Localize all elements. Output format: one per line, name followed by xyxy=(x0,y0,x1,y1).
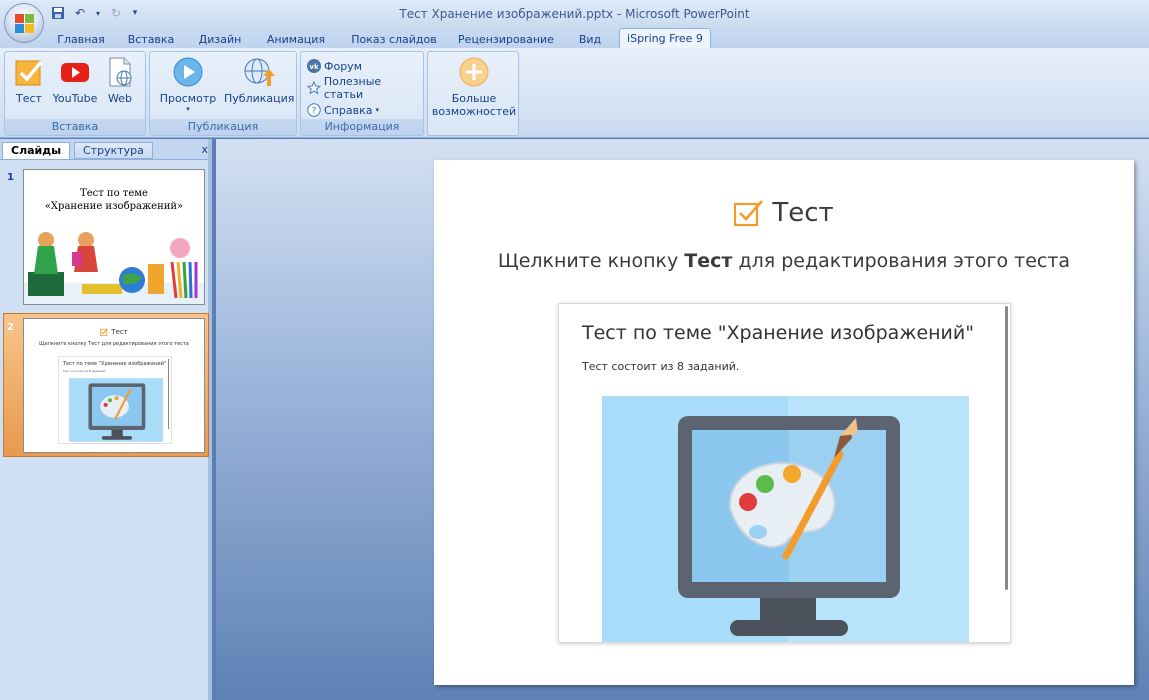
preview-button[interactable]: Просмотр ▾ xyxy=(156,56,220,113)
thumb1-title-line1: Тест по теме xyxy=(80,188,148,199)
quiz-icon xyxy=(13,56,45,88)
slide-canvas[interactable]: Тест Щелкните кнопку Тест для редактиров… xyxy=(434,160,1134,685)
web-label: Web xyxy=(108,92,132,105)
svg-text:?: ? xyxy=(312,107,317,117)
quiz-preview-image xyxy=(602,396,969,642)
web-button[interactable]: Web xyxy=(103,56,137,105)
ribbon: Тест YouTube Web Вставка Просмотр ▾ Публ… xyxy=(0,48,1149,138)
preview-dropdown-icon: ▾ xyxy=(186,105,190,113)
more-label-line1: Больше xyxy=(451,92,497,105)
quiz-preview: Тест по теме "Хранение изображений" Тест… xyxy=(558,303,1011,643)
articles-label: Полезные статьи xyxy=(323,75,382,101)
window-title: Тест Хранение изображений.pptx - Microso… xyxy=(399,7,750,21)
slide-number: 2 xyxy=(7,322,14,333)
more-features-button[interactable]: Больше возможностей xyxy=(430,56,518,118)
svg-text:vk: vk xyxy=(309,63,319,71)
checkbox-check-icon xyxy=(100,328,108,336)
more-label-line2: возможностей xyxy=(431,105,517,118)
tab-ispring[interactable]: iSpring Free 9 xyxy=(619,28,711,49)
plus-circle-icon xyxy=(458,56,490,88)
editing-area: Тест Щелкните кнопку Тест для редактиров… xyxy=(216,139,1149,700)
info-group: vk Форум Полезные статьи ? Справка ▾ Инф… xyxy=(300,51,424,136)
vk-icon: vk xyxy=(307,59,321,73)
star-icon xyxy=(307,81,321,95)
thumb2-heading: Тест xyxy=(24,328,204,336)
slide-thumbnail-2[interactable]: Тест Щелкните кнопку Тест для редактиров… xyxy=(23,318,205,453)
forum-label: Форум xyxy=(324,59,362,73)
tab-view[interactable]: Вид xyxy=(570,31,610,48)
thumbnails-list: 1 Тест по теме «Хранение изображений» 2 xyxy=(0,159,209,700)
tab-review[interactable]: Рецензирование xyxy=(452,31,560,48)
preview-scrollbar xyxy=(1005,306,1008,590)
youtube-label: YouTube xyxy=(52,92,98,105)
publish-label: Публикация xyxy=(224,92,295,105)
tab-slides[interactable]: Слайды xyxy=(2,142,71,159)
publish-globe-icon xyxy=(243,56,275,88)
thumb1-title-line2: «Хранение изображений» xyxy=(44,201,184,212)
more-group: Больше возможностей xyxy=(427,51,519,136)
pane-tabs: Слайды Структура x xyxy=(0,142,212,159)
slide-heading: Тест xyxy=(434,198,1134,228)
thumb2-subtitle: Щелкните кнопку Тест для редактирования … xyxy=(39,341,189,347)
tab-animation[interactable]: Анимация xyxy=(260,31,332,48)
publish-button[interactable]: Публикация xyxy=(224,56,294,105)
quiz-preview-title: Тест по теме "Хранение изображений" xyxy=(582,322,974,344)
help-label: Справка xyxy=(324,103,373,117)
slide-heading-text: Тест xyxy=(772,198,834,228)
articles-link[interactable]: Полезные статьи xyxy=(307,75,423,101)
tab-slideshow[interactable]: Показ слайдов xyxy=(346,31,442,48)
instruction-text-end: для редактирования этого теста xyxy=(732,250,1071,272)
slide-instruction: Щелкните кнопку Тест для редактирования … xyxy=(434,250,1134,272)
thumb2-preview-title: Тест по теме "Хранение изображений" xyxy=(63,361,167,367)
info-group-label: Информация xyxy=(301,119,423,135)
slide-number: 1 xyxy=(7,172,14,183)
close-pane-icon[interactable]: x xyxy=(201,143,208,156)
youtube-button[interactable]: YouTube xyxy=(49,56,101,105)
thumb2-preview-desc: Тест состоит из 8 заданий. xyxy=(63,369,106,373)
kids-school-illustration xyxy=(24,232,204,304)
thumb1-title: Тест по теме «Хранение изображений» xyxy=(24,187,204,213)
instruction-text-bold: Тест xyxy=(684,250,733,272)
preview-label: Просмотр xyxy=(159,92,217,105)
monitor-palette-illustration xyxy=(678,396,969,642)
tab-home[interactable]: Главная xyxy=(52,31,110,48)
thumb2-preview: Тест по теме "Хранение изображений" Тест… xyxy=(58,356,172,444)
insert-group-label: Вставка xyxy=(5,119,145,135)
thumb2-scrollbar xyxy=(168,359,169,429)
quiz-preview-description: Тест состоит из 8 заданий. xyxy=(582,360,740,373)
help-button[interactable]: ? Справка ▾ xyxy=(307,101,379,119)
thumb2-monitor-illustration xyxy=(69,378,163,442)
web-page-icon xyxy=(104,56,136,88)
forum-link[interactable]: vk Форум xyxy=(307,57,362,75)
tab-insert[interactable]: Вставка xyxy=(121,31,181,48)
publish-group: Просмотр ▾ Публикация Публикация xyxy=(149,51,297,136)
play-icon xyxy=(172,56,204,88)
tab-design[interactable]: Дизайн xyxy=(192,31,248,48)
office-logo-icon xyxy=(15,14,35,34)
office-button[interactable] xyxy=(4,3,44,43)
title-bar: ↶ ▾ ↻ ▾ Тест Хранение изображений.pptx -… xyxy=(0,0,1149,43)
thumb2-heading-text: Тест xyxy=(111,328,128,336)
slide-thumbnail-1[interactable]: Тест по теме «Хранение изображений» xyxy=(23,169,205,305)
tab-outline[interactable]: Структура xyxy=(74,142,153,159)
publish-group-label: Публикация xyxy=(150,119,296,135)
quiz-label: Тест xyxy=(16,92,42,105)
instruction-text-start: Щелкните кнопку xyxy=(497,250,685,272)
help-dropdown-icon: ▾ xyxy=(375,106,379,114)
slides-pane: Слайды Структура x 1 Тест по теме «Хране… xyxy=(0,139,212,700)
checkbox-check-icon xyxy=(734,200,764,227)
youtube-icon xyxy=(59,56,91,88)
help-icon: ? xyxy=(307,103,321,117)
quiz-button[interactable]: Тест xyxy=(9,56,49,105)
ribbon-tabs: Главная Вставка Дизайн Анимация Показ сл… xyxy=(0,28,1149,49)
insert-group: Тест YouTube Web Вставка xyxy=(4,51,146,136)
